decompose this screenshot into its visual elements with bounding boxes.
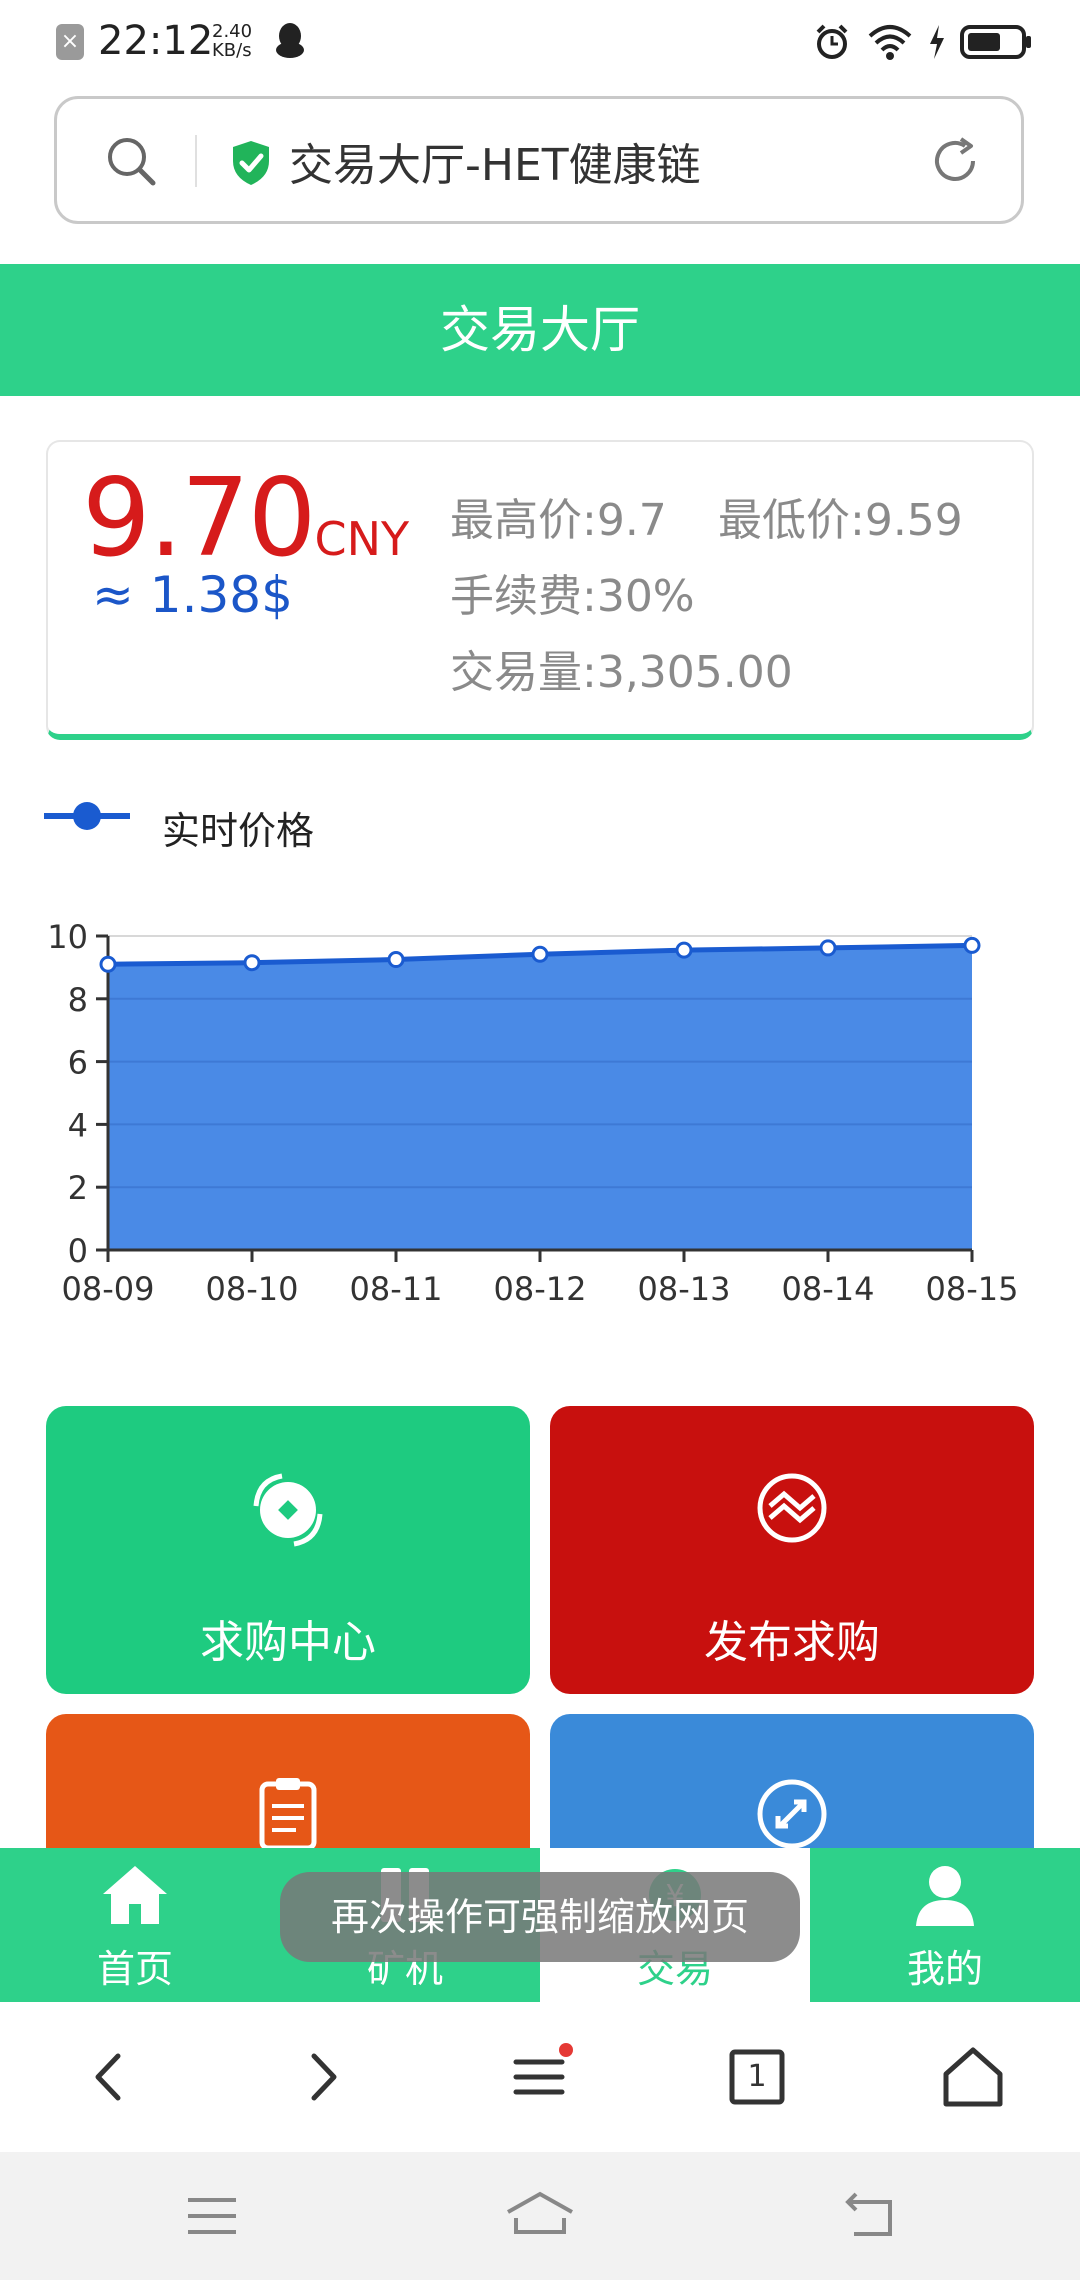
coin-exchange-icon (253, 1473, 323, 1547)
home-icon (103, 1866, 167, 1924)
data-point (99, 955, 117, 973)
price-usd: ≈ 1.38$ (92, 566, 293, 624)
data-point (819, 939, 837, 957)
page-header: 交易大厅 (0, 264, 1080, 396)
y-tick-label: 6 (68, 1044, 88, 1082)
back-icon[interactable] (74, 2042, 144, 2112)
notification-close-icon: × (56, 24, 84, 60)
x-tick-label: 08-13 (638, 1270, 731, 1308)
x-tick-label: 08-10 (206, 1270, 299, 1308)
data-point (243, 954, 261, 972)
legend-marker-icon (44, 802, 130, 830)
system-nav-bar (0, 2152, 1080, 2280)
y-tick-label: 0 (68, 1232, 88, 1270)
search-icon[interactable] (103, 133, 159, 189)
fee: 手续费:30% (450, 571, 695, 622)
swap-circle-icon (757, 1473, 827, 1543)
price-card: 9.70CNY ≈ 1.38$ 最高价:9.7 最低价:9.59 手续费:30%… (46, 440, 1034, 740)
y-tick-label: 8 (68, 981, 88, 1019)
x-tick-label: 08-09 (62, 1270, 155, 1308)
y-tick-label: 4 (68, 1106, 88, 1144)
user-icon (916, 1866, 974, 1926)
recent-apps-icon[interactable] (182, 2188, 242, 2244)
x-tick-label: 08-11 (350, 1270, 443, 1308)
system-back-icon[interactable] (840, 2188, 900, 2244)
secure-shield-icon (233, 141, 269, 185)
qq-penguin-icon (276, 23, 304, 58)
tabs-button[interactable]: 1 (722, 2042, 792, 2112)
tile-purchase-center[interactable]: 求购中心 (46, 1406, 530, 1694)
tile-label: 求购中心 (200, 1617, 376, 1668)
tab-count: 1 (747, 2059, 767, 2094)
forward-icon[interactable] (288, 2042, 358, 2112)
status-time: 22:12 (98, 18, 214, 64)
exchange-arrows-icon (757, 1779, 827, 1849)
status-bar: × 22:12 2.40 KB/s (0, 0, 1080, 84)
x-tick-label: 08-14 (782, 1270, 875, 1308)
wifi-icon (868, 25, 912, 60)
tile-label: 发布求购 (704, 1617, 880, 1668)
data-point (675, 941, 693, 959)
high-price: 最高价:9.7 (450, 495, 667, 546)
charging-icon (930, 25, 944, 59)
data-point (963, 936, 981, 954)
nav-label: 首页 (96, 1947, 173, 1991)
series-area (108, 945, 972, 1250)
nav-home[interactable]: 首页 (0, 1848, 270, 2002)
address-bar[interactable]: 交易大厅-HET健康链 (54, 96, 1024, 224)
low-price: 最低价:9.59 (718, 495, 963, 546)
system-home-icon[interactable] (504, 2188, 576, 2244)
y-tick-label: 2 (68, 1169, 88, 1207)
network-speed-unit: KB/s (212, 40, 252, 61)
toast-message: 再次操作可强制缩放网页 (280, 1872, 800, 1962)
nav-label: 我的 (906, 1947, 983, 1991)
home-page-icon[interactable] (938, 2042, 1008, 2112)
y-tick-label: 10 (47, 918, 88, 956)
x-tick-label: 08-12 (494, 1270, 587, 1308)
legend-label: 实时价格 (162, 809, 315, 853)
tile-publish-purchase[interactable]: 发布求购 (550, 1406, 1034, 1694)
price-currency: CNY (314, 512, 410, 566)
network-speed-value: 2.40 (212, 21, 253, 42)
x-tick-label: 08-15 (926, 1270, 1019, 1308)
refresh-icon[interactable] (927, 133, 983, 189)
price-main: 9.70CNY (82, 456, 409, 581)
alarm-icon (816, 24, 848, 59)
nav-profile[interactable]: 我的 (810, 1848, 1080, 2002)
menu-icon[interactable] (506, 2042, 576, 2112)
clipboard-icon (259, 1778, 317, 1851)
network-speed: 2.40 KB/s (212, 22, 252, 60)
data-point (387, 951, 405, 969)
price-chart: 0 2 4 6 8 10 08-09 08-10 08-11 08-12 08-13 08-14 08-… (47, 918, 1019, 1308)
price-value: 9.70 (82, 456, 316, 581)
battery-icon (960, 25, 1031, 59)
page-title[interactable]: 交易大厅-HET健康链 (289, 129, 701, 193)
address-divider (195, 135, 197, 187)
browser-toolbar: 1 (0, 2002, 1080, 2152)
data-point (531, 945, 549, 963)
volume: 交易量:3,305.00 (450, 647, 793, 698)
